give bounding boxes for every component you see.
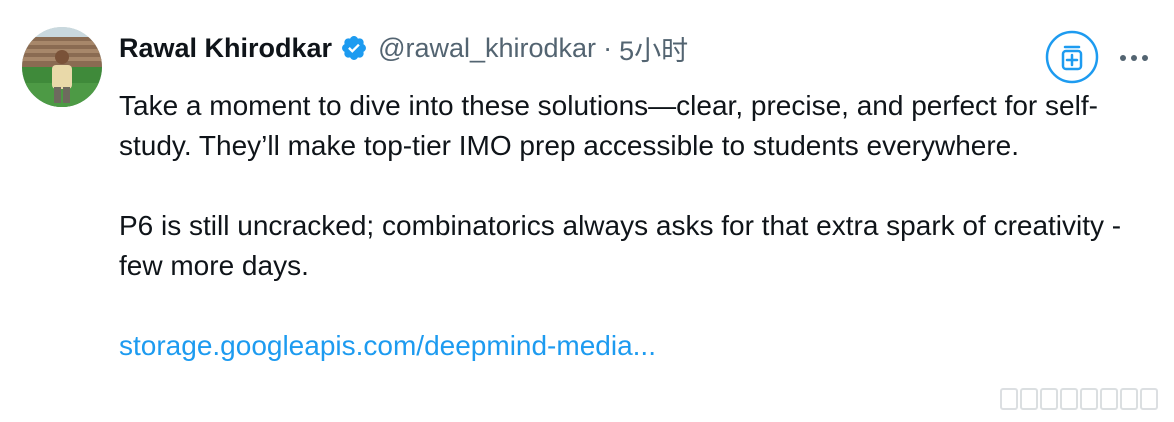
header-separator: · [603, 32, 613, 63]
tweet-header: Rawal Khirodkar @rawal_khirodkar · 5小时 [119, 28, 688, 68]
tweet-text: Take a moment to dive into these solutio… [119, 86, 1159, 366]
tweet-paragraph: P6 is still uncracked; combinatorics alw… [119, 210, 1122, 281]
tweet-paragraph: Take a moment to dive into these solutio… [119, 90, 1098, 161]
tweet-card: Rawal Khirodkar @rawal_khirodkar · 5小时 T… [0, 0, 1174, 422]
avatar-image [22, 27, 102, 107]
more-options-icon[interactable] [1114, 38, 1154, 78]
display-name[interactable]: Rawal Khirodkar [119, 33, 332, 64]
user-handle[interactable]: @rawal_khirodkar [378, 33, 596, 64]
avatar[interactable] [22, 27, 102, 107]
watermark [1000, 384, 1170, 414]
tweet-link[interactable]: storage.googleapis.com/deepmind-media... [119, 330, 656, 361]
tweet-timestamp[interactable]: 5小时 [619, 29, 688, 68]
grok-icon [1045, 30, 1099, 84]
grok-button[interactable] [1045, 30, 1099, 84]
verified-badge-icon[interactable] [340, 34, 368, 62]
